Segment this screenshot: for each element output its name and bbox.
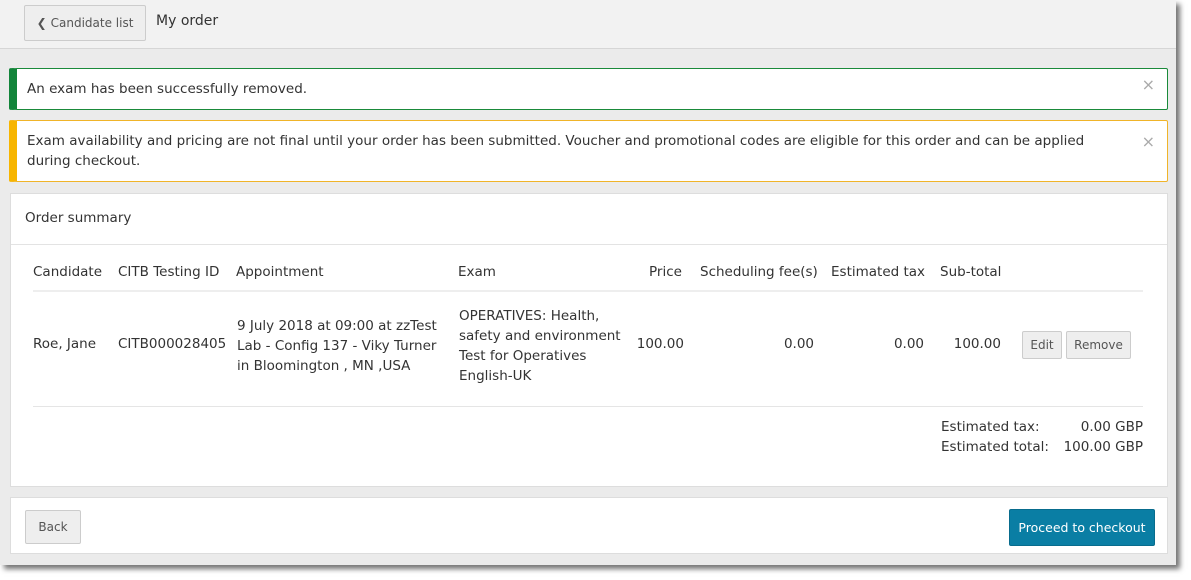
column-header-testing-id: CITB Testing ID — [118, 264, 220, 280]
footer-bar: Back Proceed to checkout — [10, 497, 1168, 554]
header-divider — [33, 290, 1143, 292]
top-bar: ❮ Candidate list My order — [0, 0, 1176, 49]
column-header-price: Price — [649, 264, 682, 280]
page-title: My order — [156, 13, 219, 29]
column-header-appointment: Appointment — [236, 264, 324, 280]
column-header-subtotal: Sub-total — [940, 264, 1002, 280]
estimated-tax-value: 0.00 GBP — [1080, 419, 1143, 435]
order-summary-header: Order summary — [11, 194, 1167, 245]
warning-alert: Exam availability and pricing are not fi… — [9, 120, 1168, 182]
column-header-scheduling-fee: Scheduling fee(s) — [700, 264, 818, 280]
estimated-total-label: Estimated total: — [941, 439, 1049, 455]
close-icon[interactable]: × — [1142, 75, 1155, 94]
exam-cell: OPERATIVES: Health, safety and environme… — [459, 308, 621, 384]
close-icon[interactable]: × — [1142, 132, 1155, 151]
row-divider — [33, 406, 1143, 407]
chevron-left-icon: ❮ — [36, 16, 47, 30]
success-alert: An exam has been successfully removed. × — [9, 68, 1168, 110]
warning-alert-message: Exam availability and pricing are not fi… — [27, 133, 1085, 169]
candidate-list-label: Candidate list — [50, 16, 134, 30]
scheduling-fee-cell: 0.00 — [783, 336, 814, 352]
candidate-list-button[interactable]: ❮ Candidate list — [24, 5, 146, 41]
estimated-tax-cell: 0.00 — [893, 336, 924, 352]
edit-button[interactable]: Edit — [1022, 331, 1062, 359]
price-cell: 100.00 — [636, 336, 684, 352]
success-alert-message: An exam has been successfully removed. — [27, 81, 308, 97]
column-header-candidate: Candidate — [33, 264, 103, 280]
subtotal-cell: 100.00 — [953, 336, 1001, 352]
app-window: ❮ Candidate list My order An exam has be… — [0, 0, 1176, 565]
remove-button[interactable]: Remove — [1066, 331, 1131, 359]
order-summary-title: Order summary — [25, 210, 132, 226]
testing-id-cell: CITB000028405 — [118, 336, 227, 352]
column-header-estimated-tax: Estimated tax — [831, 264, 926, 280]
candidate-cell: Roe, Jane — [33, 336, 97, 352]
column-header-exam: Exam — [458, 264, 496, 280]
order-summary-panel: Order summary Candidate CITB Testing ID … — [10, 193, 1168, 487]
back-button[interactable]: Back — [25, 510, 81, 544]
estimated-tax-label: Estimated tax: — [941, 419, 1040, 435]
proceed-to-checkout-button[interactable]: Proceed to checkout — [1009, 509, 1155, 546]
estimated-total-value: 100.00 GBP — [1063, 439, 1143, 455]
appointment-cell: 9 July 2018 at 09:00 at zzTest Lab - Con… — [237, 318, 437, 374]
